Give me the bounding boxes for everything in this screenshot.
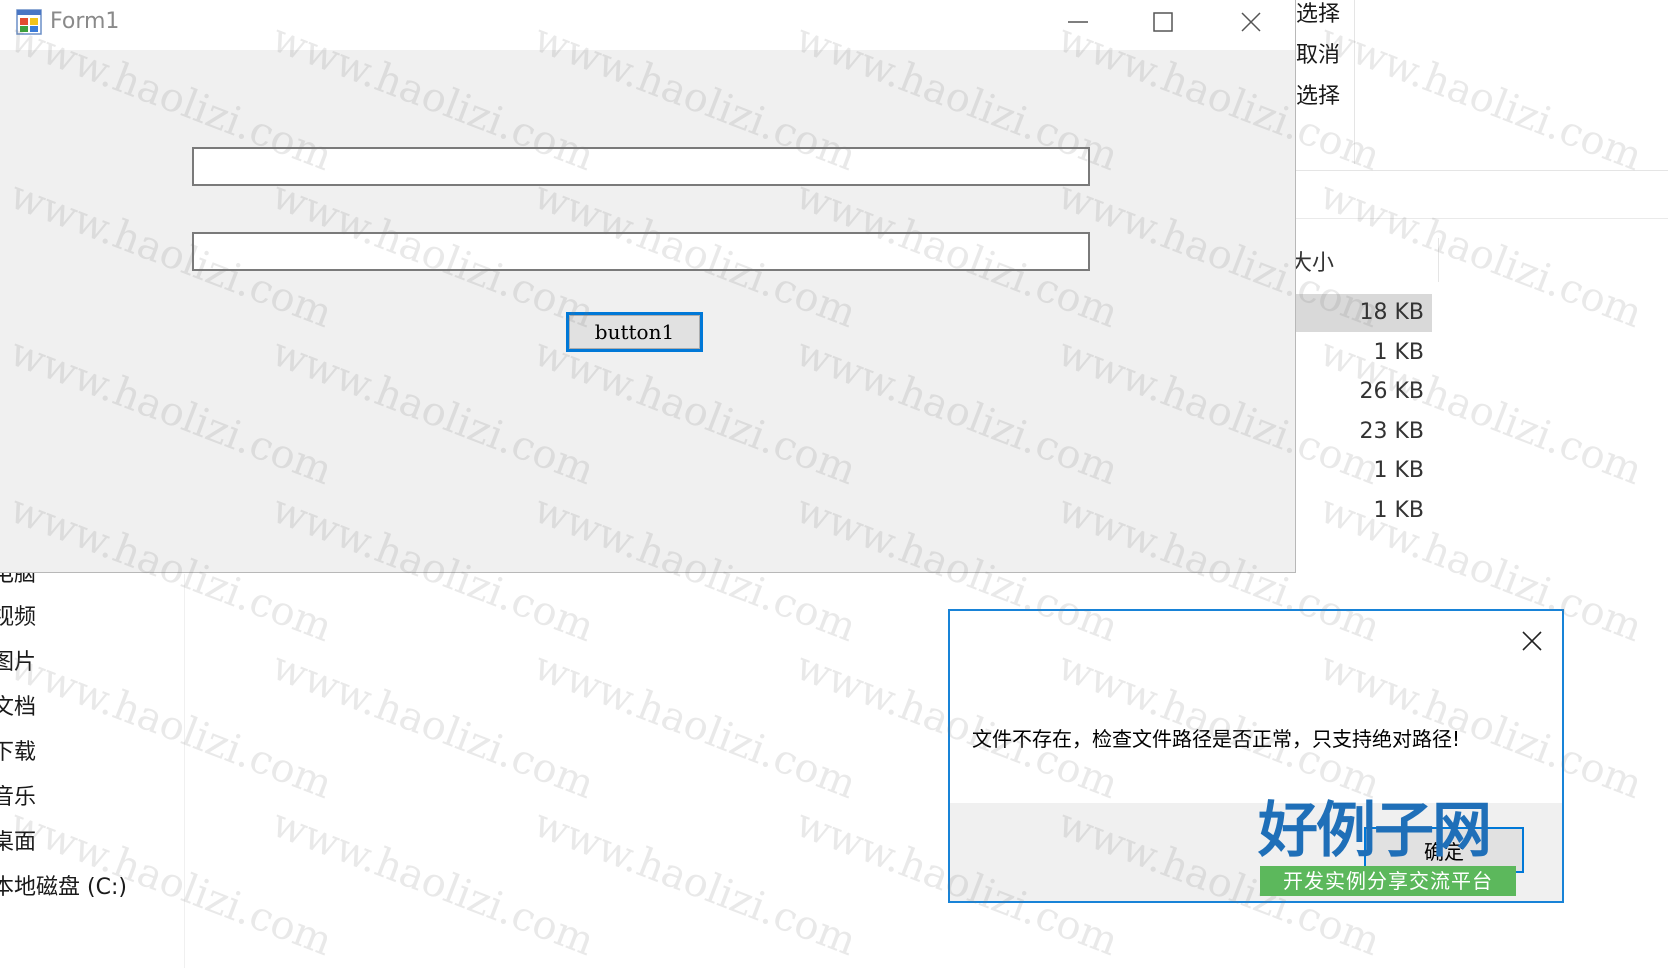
msgbox-message: 文件不存在，检查文件路径是否正常，只支持绝对路径! bbox=[972, 727, 1461, 751]
ribbon-select-none[interactable]: 取消 bbox=[1296, 43, 1340, 69]
form1-window: Form1 button1 bbox=[0, 0, 1296, 573]
ribbon-invert-selection[interactable]: 选择 bbox=[1296, 84, 1340, 110]
ribbon-divider bbox=[1354, 0, 1355, 164]
form1-titlebar[interactable]: Form1 bbox=[0, 0, 1295, 50]
nav-item-pictures[interactable]: 图片 bbox=[0, 648, 36, 678]
watermark-text: www.haolizi.com bbox=[527, 643, 863, 809]
message-box: 文件不存在，检查文件路径是否正常，只支持绝对路径! 确定 bbox=[948, 609, 1564, 903]
nav-item-videos[interactable]: 视频 bbox=[0, 603, 36, 633]
app-icon bbox=[16, 9, 42, 35]
file-size-cell[interactable]: 1 KB bbox=[1296, 334, 1432, 372]
form1-title: Form1 bbox=[50, 9, 120, 34]
file-size-cell[interactable]: 1 KB bbox=[1296, 492, 1432, 530]
nav-pane-divider bbox=[184, 574, 185, 968]
ribbon-select-all[interactable]: 选择 bbox=[1296, 2, 1340, 28]
msgbox-close-button[interactable] bbox=[1512, 623, 1552, 659]
watermark-text: www.haolizi.com bbox=[527, 800, 863, 966]
nav-item-desktop[interactable]: 桌面 bbox=[0, 828, 36, 858]
watermark-text: www.haolizi.com bbox=[265, 643, 601, 809]
nav-item-documents[interactable]: 文档 bbox=[0, 693, 36, 723]
watermark-text: www.haolizi.com bbox=[1313, 15, 1649, 181]
close-icon bbox=[1241, 12, 1261, 32]
watermark-text: www.haolizi.com bbox=[265, 800, 601, 966]
column-divider[interactable] bbox=[1438, 238, 1439, 282]
minimize-icon bbox=[1068, 21, 1088, 23]
file-size-cell[interactable]: 23 KB bbox=[1296, 413, 1432, 451]
watermark-text: www.haolizi.com bbox=[3, 643, 339, 809]
nav-item-downloads[interactable]: 下载 bbox=[0, 738, 36, 768]
textbox1[interactable] bbox=[192, 147, 1090, 186]
maximize-button[interactable] bbox=[1119, 0, 1207, 44]
msgbox-footer: 确定 bbox=[950, 803, 1562, 901]
maximize-icon bbox=[1153, 12, 1173, 32]
button1-label: button1 bbox=[569, 315, 700, 349]
ok-button[interactable]: 确定 bbox=[1364, 827, 1524, 873]
file-size-cell[interactable]: 26 KB bbox=[1296, 373, 1432, 411]
button1[interactable]: button1 bbox=[566, 312, 703, 352]
close-button[interactable] bbox=[1207, 0, 1295, 44]
minimize-button[interactable] bbox=[1034, 0, 1122, 44]
size-column-header[interactable]: 大小 bbox=[1290, 245, 1334, 277]
ribbon-bottom-border bbox=[1296, 170, 1668, 171]
file-size-cell[interactable]: 1 KB bbox=[1296, 452, 1432, 490]
address-bar-border bbox=[1296, 218, 1668, 219]
nav-item-music[interactable]: 音乐 bbox=[0, 783, 36, 813]
close-icon bbox=[1522, 631, 1542, 651]
textbox2[interactable] bbox=[192, 232, 1090, 271]
nav-item-local-disk-c[interactable]: 本地磁盘 (C:) bbox=[0, 873, 127, 903]
file-size-cell[interactable]: 18 KB bbox=[1296, 294, 1432, 332]
